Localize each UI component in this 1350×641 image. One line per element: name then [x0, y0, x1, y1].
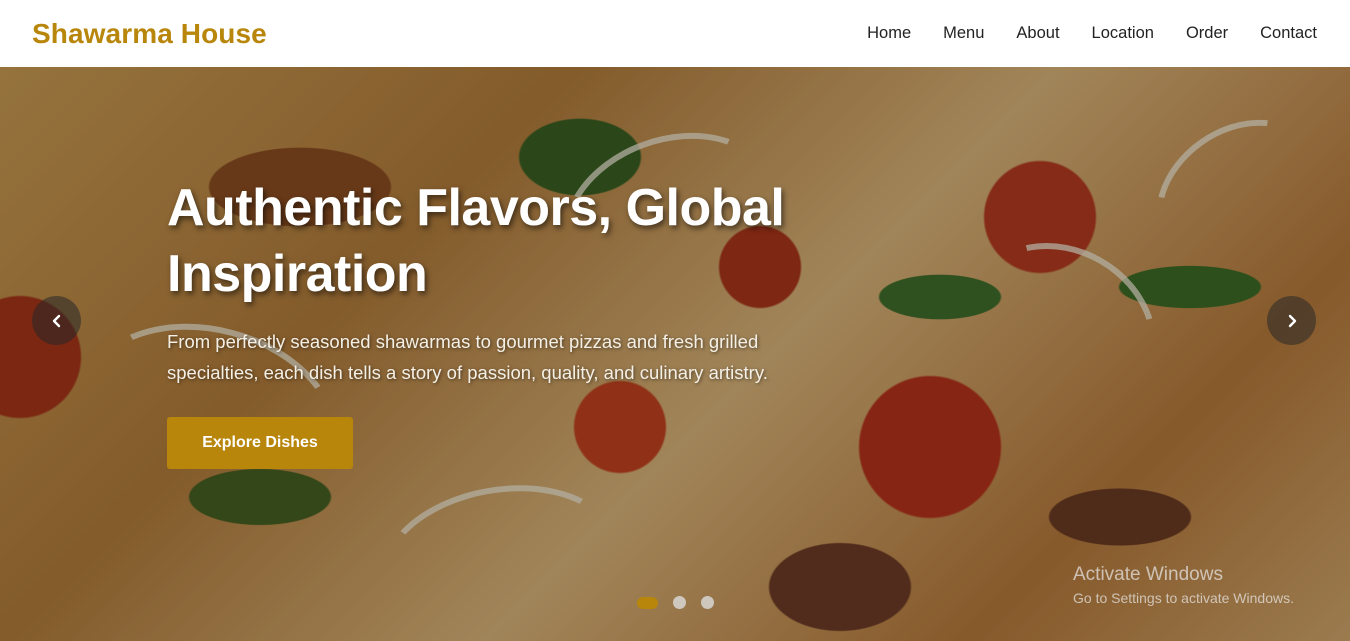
chevron-left-icon	[52, 314, 60, 327]
nav-link-location[interactable]: Location	[1092, 24, 1154, 43]
main-nav: Home Menu About Location Order Contact	[835, 24, 1317, 43]
hero-subtitle: From perfectly seasoned shawarmas to gou…	[167, 326, 867, 388]
explore-dishes-button[interactable]: Explore Dishes	[167, 417, 353, 469]
carousel-indicators	[637, 596, 729, 609]
nav-link-menu[interactable]: Menu	[943, 24, 984, 43]
chevron-right-icon	[1288, 314, 1296, 327]
nav-link-contact[interactable]: Contact	[1260, 24, 1317, 43]
carousel-indicator-1[interactable]	[637, 596, 658, 609]
nav-link-home[interactable]: Home	[867, 24, 911, 43]
nav-link-about[interactable]: About	[1016, 24, 1059, 43]
watermark-title: Activate Windows	[1073, 564, 1223, 585]
carousel-prev-button[interactable]	[32, 296, 81, 345]
carousel-indicator-2[interactable]	[673, 596, 686, 609]
hero-subtitle-line-2: specialties, each dish tells a story of …	[167, 362, 768, 383]
hero-subtitle-line-1: From perfectly seasoned shawarmas to gou…	[167, 331, 759, 352]
hero-title-line-2: Inspiration	[167, 245, 428, 303]
hero-carousel: Authentic Flavors, Global Inspiration Fr…	[0, 67, 1350, 641]
watermark-subtitle: Go to Settings to activate Windows.	[1073, 590, 1294, 606]
brand-logo[interactable]: Shawarma House	[32, 18, 267, 50]
carousel-indicator-3[interactable]	[701, 596, 714, 609]
carousel-next-button[interactable]	[1267, 296, 1316, 345]
hero-content: Authentic Flavors, Global Inspiration Fr…	[167, 175, 867, 469]
top-navbar: Shawarma House Home Menu About Location …	[0, 0, 1350, 67]
hero-title-line-1: Authentic Flavors, Global	[167, 179, 785, 237]
windows-activation-watermark: Activate Windows Go to Settings to activ…	[1073, 564, 1294, 606]
hero-title: Authentic Flavors, Global Inspiration	[167, 175, 867, 307]
nav-link-order[interactable]: Order	[1186, 24, 1228, 43]
